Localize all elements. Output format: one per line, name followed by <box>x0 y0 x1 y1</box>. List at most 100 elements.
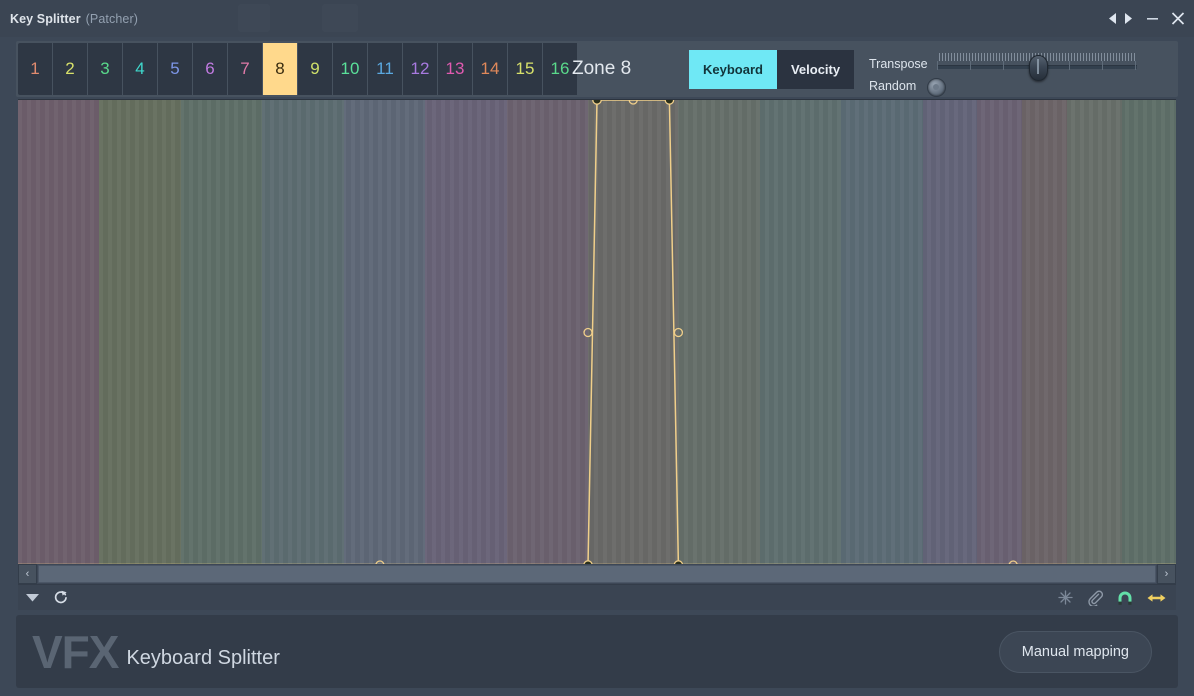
zone-button-label: 15 <box>515 59 535 78</box>
manual-mapping-button[interactable]: Manual mapping <box>998 630 1152 673</box>
selected-zone-label: Zone 8 <box>572 58 632 79</box>
reset-icon[interactable] <box>53 590 68 605</box>
zone-button-5[interactable]: 5 <box>158 43 193 95</box>
magnet-icon[interactable] <box>1117 590 1133 605</box>
zone-button-label: 2 <box>65 59 75 78</box>
resize-horizontal-icon[interactable] <box>1147 591 1166 605</box>
zone-band-13[interactable] <box>976 100 1023 565</box>
zone-band-10[interactable] <box>759 100 842 565</box>
next-preset-button[interactable] <box>1120 7 1134 31</box>
window-subtitle: (Patcher) <box>85 11 138 26</box>
transpose-slider[interactable] <box>935 53 1139 81</box>
zone-band-12[interactable] <box>922 100 977 565</box>
zone-bands <box>18 100 1176 565</box>
slider-segment-mark <box>1069 61 1070 70</box>
zone-button-8[interactable]: 8 <box>263 43 298 95</box>
editor-toolbar <box>18 584 1176 610</box>
zone-band-4[interactable] <box>262 100 344 565</box>
transpose-section: Transpose Random <box>853 49 1153 97</box>
zone-button-15[interactable]: 15 <box>508 43 543 95</box>
key-splitter-window: Key Splitter (Patcher) 1 2 3 4 5 6 7 8 9… <box>0 0 1194 696</box>
zone-band-5[interactable] <box>343 100 426 565</box>
zone-button-label: 12 <box>410 59 430 78</box>
transpose-label: Transpose <box>869 57 928 71</box>
zone-button-label: 5 <box>170 59 180 78</box>
transpose-slider-handle[interactable] <box>1029 55 1048 81</box>
zone-button-13[interactable]: 13 <box>438 43 473 95</box>
zone-button-4[interactable]: 4 <box>123 43 158 95</box>
slider-segment-mark <box>937 61 938 70</box>
zone-button-label: 16 <box>550 59 570 78</box>
zone-button-3[interactable]: 3 <box>88 43 123 95</box>
slider-segment-mark <box>1003 61 1004 70</box>
zone-button-2[interactable]: 2 <box>53 43 88 95</box>
zone-button-7[interactable]: 7 <box>228 43 263 95</box>
prev-preset-button[interactable] <box>1106 7 1120 31</box>
chevron-right-icon <box>1124 13 1132 24</box>
horizontal-scrollbar[interactable]: ‹ › <box>18 564 1176 584</box>
scroll-left-button[interactable]: ‹ <box>18 564 37 584</box>
window-title-text: Key Splitter <box>10 11 81 26</box>
title-bar: Key Splitter (Patcher) <box>0 0 1194 37</box>
random-knob[interactable] <box>927 78 946 97</box>
zone-button-14[interactable]: 14 <box>473 43 508 95</box>
zone-button-10[interactable]: 10 <box>333 43 368 95</box>
slider-segment-mark <box>970 61 971 70</box>
zone-band-6[interactable] <box>425 100 507 565</box>
zone-band-3[interactable] <box>180 100 263 565</box>
zone-button-label: 13 <box>445 59 465 78</box>
zone-button-11[interactable]: 11 <box>368 43 403 95</box>
zone-band-2[interactable] <box>99 100 181 565</box>
zone-band-7[interactable] <box>506 100 588 565</box>
minimize-button[interactable] <box>1142 7 1162 31</box>
zone-button-label: 14 <box>480 59 500 78</box>
keyboard-zone-chart[interactable] <box>18 99 1176 565</box>
slider-segment-mark <box>1102 61 1103 70</box>
zone-band-16[interactable] <box>1121 100 1176 565</box>
zone-button-group: 1 2 3 4 5 6 7 8 9 10 11 12 13 14 15 16 <box>18 43 578 95</box>
tab-keyboard[interactable]: Keyboard <box>689 50 777 89</box>
zone-button-1[interactable]: 1 <box>18 43 53 95</box>
close-button[interactable] <box>1168 7 1188 31</box>
zone-button-12[interactable]: 12 <box>403 43 438 95</box>
plugin-footer: VFX Keyboard Splitter Manual mapping <box>16 615 1178 688</box>
zone-band-11[interactable] <box>841 100 923 565</box>
toolbar-left-group <box>18 590 68 605</box>
zone-band-14[interactable] <box>1022 100 1068 565</box>
titlebar-ghost-slot-2 <box>322 4 358 32</box>
zone-toolbar: 1 2 3 4 5 6 7 8 9 10 11 12 13 14 15 16 Zone 8 Keyboard V… <box>16 41 1178 97</box>
zone-button-6[interactable]: 6 <box>193 43 228 95</box>
chevron-down-icon[interactable] <box>26 593 39 602</box>
zone-button-label: 11 <box>376 59 394 78</box>
scroll-thumb[interactable] <box>38 565 1156 583</box>
zone-button-label: 7 <box>240 59 250 78</box>
zone-button-label: 6 <box>205 59 215 78</box>
window-controls <box>1106 0 1188 37</box>
zone-button-label: 10 <box>340 59 360 78</box>
vfx-brand-logo: VFX <box>32 625 119 678</box>
window-title: Key Splitter (Patcher) <box>10 12 138 26</box>
slider-segment-mark <box>1135 61 1136 70</box>
zone-button-label: 1 <box>30 59 40 78</box>
zone-button-label: 3 <box>100 59 110 78</box>
zone-band-9[interactable] <box>678 100 760 565</box>
toolbar-right-group <box>1058 590 1176 606</box>
snap-icon[interactable] <box>1058 590 1073 605</box>
minimize-icon <box>1146 18 1158 20</box>
titlebar-ghost-slot-1 <box>238 4 270 32</box>
zone-button-label: 8 <box>275 59 285 78</box>
random-label: Random <box>869 79 917 93</box>
tab-velocity[interactable]: Velocity <box>776 50 855 89</box>
zone-button-label: 9 <box>310 59 320 78</box>
zone-button-label: 4 <box>135 59 145 78</box>
zone-band-1[interactable] <box>18 100 100 565</box>
scroll-right-button[interactable]: › <box>1157 564 1176 584</box>
close-icon <box>1171 12 1185 25</box>
zone-band-15[interactable] <box>1067 100 1122 565</box>
zone-button-9[interactable]: 9 <box>298 43 333 95</box>
plugin-name-label: Keyboard Splitter <box>126 647 280 669</box>
zone-band-8[interactable] <box>587 100 679 565</box>
chevron-left-icon <box>1108 13 1116 24</box>
paperclip-icon[interactable] <box>1087 590 1103 606</box>
mode-tab-group: Keyboard Velocity <box>689 50 855 89</box>
